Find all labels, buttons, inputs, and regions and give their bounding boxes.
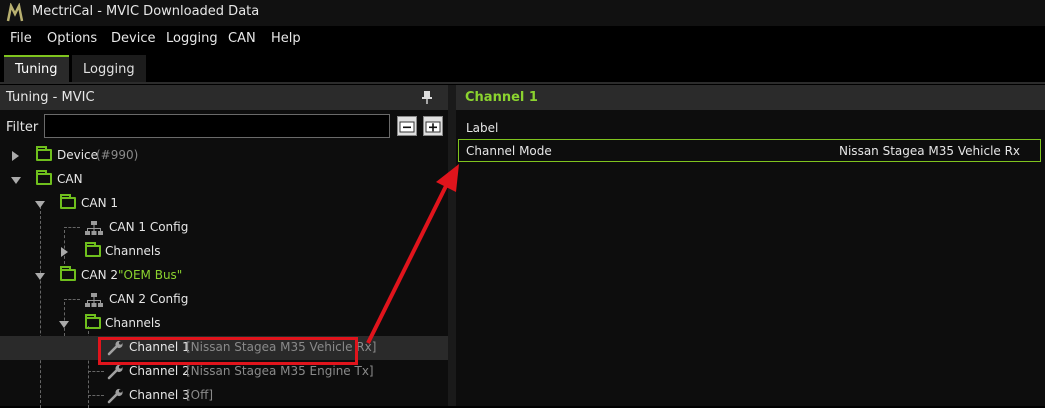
folder-icon xyxy=(85,242,101,257)
tree-item-can1[interactable]: CAN 1 xyxy=(0,192,448,216)
folder-expand-icon xyxy=(425,121,441,133)
window-title: MectriCal - MVIC Downloaded Data xyxy=(32,4,260,19)
pin-icon[interactable] xyxy=(420,90,434,104)
folder-icon xyxy=(60,194,76,209)
tree-item-label: Channel 2 xyxy=(129,364,190,378)
menu-device[interactable]: Device xyxy=(111,31,155,46)
expand-arrow-icon[interactable] xyxy=(61,247,68,257)
menu-help[interactable]: Help xyxy=(271,31,301,46)
properties-panel: Channel 1 Label Channel Mode Nissan Stag… xyxy=(456,85,1045,406)
filter-input[interactable] xyxy=(44,114,390,138)
wrench-icon xyxy=(107,364,123,380)
tree-item-label: CAN 1 Config xyxy=(109,220,189,234)
folder-icon xyxy=(85,314,101,329)
property-name: Label xyxy=(466,121,499,135)
tree-item-label: Device xyxy=(57,148,99,162)
collapse-arrow-icon[interactable] xyxy=(59,321,69,328)
tab-logging[interactable]: Logging xyxy=(72,55,146,82)
tree-item-can1-config[interactable]: CAN 1 Config xyxy=(0,216,448,240)
properties-header: Channel 1 xyxy=(456,85,1045,110)
collapse-arrow-icon[interactable] xyxy=(35,273,45,280)
menu-logging[interactable]: Logging xyxy=(166,31,218,46)
tree-item-suffix: (#990) xyxy=(96,148,139,162)
hierarchy-icon xyxy=(85,221,103,235)
tree-item-label: Channels xyxy=(105,244,161,258)
property-row-channel-mode[interactable]: Channel Mode Nissan Stagea M35 Vehicle R… xyxy=(458,139,1041,162)
menu-can[interactable]: CAN xyxy=(228,31,256,46)
tuning-tree: Device (#990) CAN CAN 1 CAN 1 Config Cha… xyxy=(0,143,448,408)
collapse-arrow-icon[interactable] xyxy=(35,201,45,208)
expand-all-button[interactable] xyxy=(423,116,443,136)
tree-item-label: Channels xyxy=(105,316,161,330)
wrench-icon xyxy=(107,388,123,404)
menu-file[interactable]: File xyxy=(10,31,32,46)
expand-arrow-icon[interactable] xyxy=(12,151,19,161)
collapse-all-button[interactable] xyxy=(397,116,417,136)
hierarchy-icon xyxy=(85,293,103,307)
title-bar: MectriCal - MVIC Downloaded Data xyxy=(0,0,1045,26)
tree-item-can1-channels[interactable]: Channels xyxy=(0,240,448,264)
property-name: Channel Mode xyxy=(466,144,552,158)
tree-item-device[interactable]: Device (#990) xyxy=(0,144,448,168)
tree-item-channel-3[interactable]: Channel 3 [Off] xyxy=(0,384,448,408)
folder-icon xyxy=(36,170,52,185)
tab-bar: Tuning Logging xyxy=(0,52,1045,84)
tree-item-can2[interactable]: CAN 2 "OEM Bus" xyxy=(0,264,448,288)
annotation-highlight-box xyxy=(98,337,358,365)
property-value[interactable]: Nissan Stagea M35 Vehicle Rx xyxy=(839,144,1020,158)
panel-title: Tuning - MVIC xyxy=(6,90,95,105)
tree-item-can[interactable]: CAN xyxy=(0,168,448,192)
folder-icon xyxy=(36,146,52,161)
folder-collapse-icon xyxy=(399,121,415,133)
panel-splitter[interactable] xyxy=(448,85,456,406)
menu-options[interactable]: Options xyxy=(47,31,97,46)
tab-tuning[interactable]: Tuning xyxy=(4,55,69,82)
tree-item-can2-config[interactable]: CAN 2 Config xyxy=(0,288,448,312)
tree-item-label: CAN 1 xyxy=(81,196,119,210)
app-logo-icon xyxy=(6,3,24,22)
menu-bar: File Options Device Logging CAN Help xyxy=(0,26,1045,52)
folder-icon xyxy=(60,266,76,281)
filter-label: Filter xyxy=(6,120,39,135)
tree-item-suffix: [Nissan Stagea M35 Engine Tx] xyxy=(186,364,374,378)
tree-item-label: CAN 2 xyxy=(81,268,119,282)
collapse-arrow-icon[interactable] xyxy=(11,177,21,184)
tree-item-label: CAN xyxy=(57,172,83,186)
properties-title: Channel 1 xyxy=(465,90,538,105)
tree-item-label: CAN 2 Config xyxy=(109,292,189,306)
panel-header: Tuning - MVIC xyxy=(0,85,448,110)
tree-item-suffix: [Off] xyxy=(186,388,214,402)
tree-item-can2-channels[interactable]: Channels xyxy=(0,312,448,336)
tree-item-suffix: "OEM Bus" xyxy=(118,268,183,282)
tree-item-label: Channel 3 xyxy=(129,388,190,402)
